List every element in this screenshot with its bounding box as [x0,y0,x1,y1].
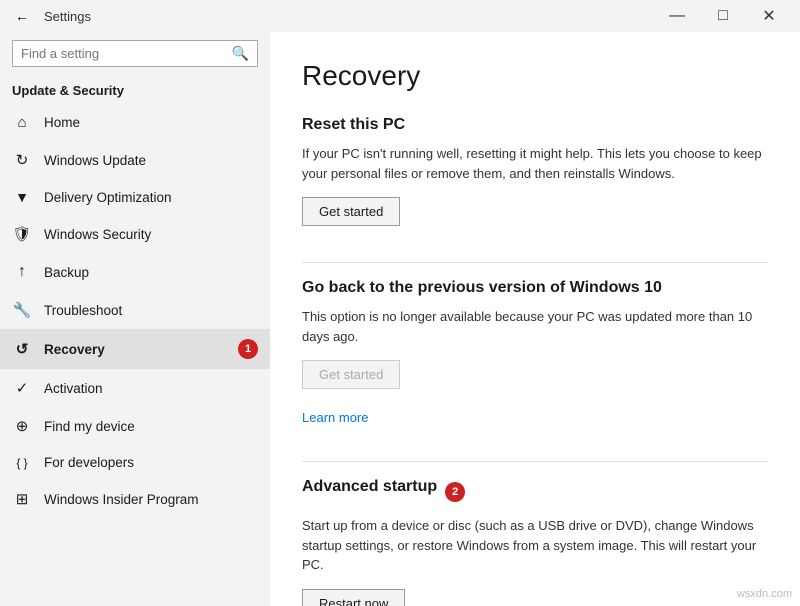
learn-more-link[interactable]: Learn more [302,410,368,425]
insider-icon: ⊞ [12,490,32,508]
sidebar-item-developers[interactable]: { } For developers [0,445,270,480]
windows-security-icon: 🛡 [12,225,32,243]
sidebar-item-troubleshoot[interactable]: 🔧 Troubleshoot [0,291,270,329]
minimize-icon: — [669,7,685,25]
sidebar-label-activation: Activation [44,381,103,396]
sidebar-label-developers: For developers [44,455,134,470]
advanced-startup-badge: 2 [445,482,465,502]
maximize-button[interactable]: □ [700,0,746,32]
developers-icon: { } [12,456,32,470]
activation-icon: ✓ [12,379,32,397]
sidebar-item-windows-update[interactable]: ↻ Windows Update [0,141,270,179]
sidebar-item-backup[interactable]: ↑ Backup [0,253,270,291]
maximize-icon: □ [718,7,728,25]
sidebar-label-windows-security: Windows Security [44,227,151,242]
close-icon: ✕ [762,6,775,26]
search-box[interactable]: 🔍 [12,40,258,67]
windows-update-icon: ↻ [12,151,32,169]
sidebar-label-windows-update: Windows Update [44,153,146,168]
sidebar-item-activation[interactable]: ✓ Activation [0,369,270,407]
divider-1 [302,262,768,263]
title-bar-controls: — □ ✕ [654,0,792,32]
sidebar-label-find-device: Find my device [44,419,135,434]
find-device-icon: ⊕ [12,417,32,435]
back-button[interactable]: ← [8,2,36,30]
delivery-optimization-icon: ▼ [12,189,32,205]
home-icon: ⌂ [12,114,32,131]
backup-icon: ↑ [12,263,32,281]
divider-2 [302,461,768,462]
advanced-startup-title-row: Advanced startup 2 [302,478,768,506]
title-bar-left: ← Settings [8,2,91,30]
go-back-desc: This option is no longer available becau… [302,307,768,346]
advanced-startup-desc: Start up from a device or disc (such as … [302,516,768,575]
reset-pc-title: Reset this PC [302,116,768,134]
search-box-wrap: 🔍 [0,32,270,75]
sidebar-label-troubleshoot: Troubleshoot [44,303,122,318]
recovery-icon: ↺ [12,340,32,358]
search-icon: 🔍 [232,45,249,62]
app-body: 🔍 Update & Security ⌂ Home ↻ Windows Upd… [0,32,800,606]
sidebar: 🔍 Update & Security ⌂ Home ↻ Windows Upd… [0,32,270,606]
sidebar-label-delivery-optimization: Delivery Optimization [44,190,172,205]
recovery-badge: 1 [238,339,258,359]
restart-now-button[interactable]: Restart now [302,589,405,606]
sidebar-item-insider[interactable]: ⊞ Windows Insider Program [0,480,270,518]
close-button[interactable]: ✕ [746,0,792,32]
troubleshoot-icon: 🔧 [12,301,32,319]
sidebar-item-delivery-optimization[interactable]: ▼ Delivery Optimization [0,179,270,215]
sidebar-label-insider: Windows Insider Program [44,492,199,507]
sidebar-label-recovery: Recovery [44,342,105,357]
sidebar-label-backup: Backup [44,265,89,280]
sidebar-item-recovery[interactable]: ↺ Recovery 1 [0,329,270,369]
back-icon: ← [15,8,29,24]
sidebar-item-windows-security[interactable]: 🛡 Windows Security [0,215,270,253]
reset-pc-button[interactable]: Get started [302,197,400,226]
main-panel: Recovery Reset this PC If your PC isn't … [270,32,800,606]
sidebar-item-home[interactable]: ⌂ Home [0,104,270,141]
page-title: Recovery [302,60,768,92]
reset-pc-desc: If your PC isn't running well, resetting… [302,144,768,183]
sidebar-section-label: Update & Security [0,75,270,104]
sidebar-label-home: Home [44,115,80,130]
title-bar: ← Settings — □ ✕ [0,0,800,32]
sidebar-item-find-device[interactable]: ⊕ Find my device [0,407,270,445]
search-input[interactable] [21,46,232,61]
title-bar-title: Settings [44,9,91,24]
minimize-button[interactable]: — [654,0,700,32]
go-back-button[interactable]: Get started [302,360,400,389]
advanced-startup-title: Advanced startup [302,478,437,496]
go-back-title: Go back to the previous version of Windo… [302,279,768,297]
